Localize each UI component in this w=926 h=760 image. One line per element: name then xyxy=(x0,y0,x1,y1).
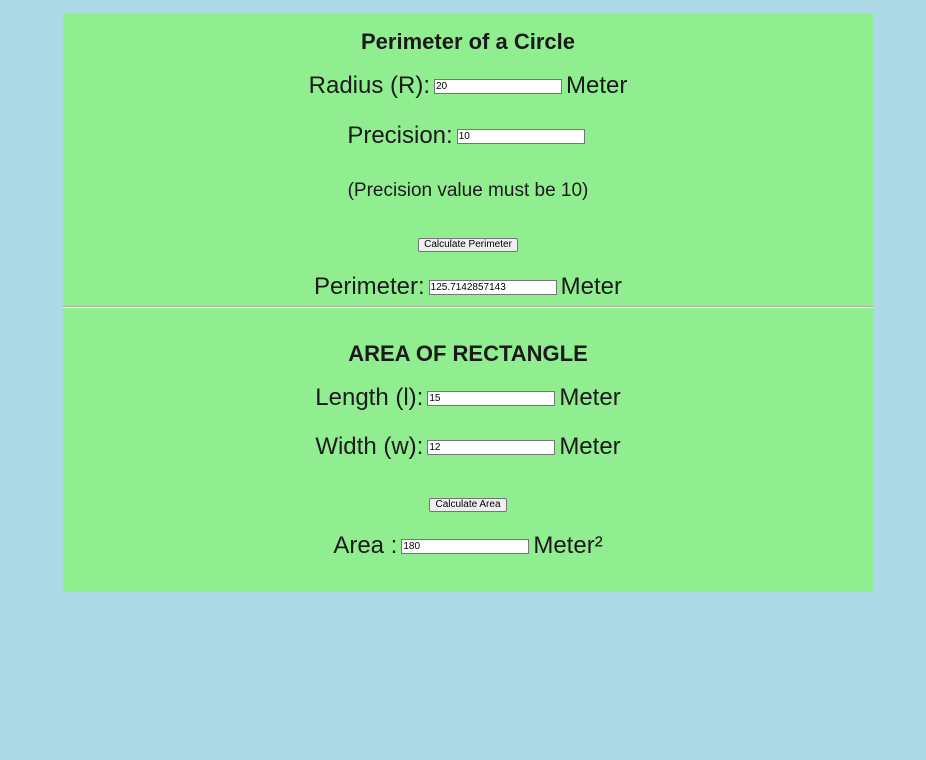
circle-title: Perimeter of a Circle xyxy=(361,29,575,54)
area-row: Area :180 Meter² xyxy=(63,532,873,560)
area-button-row: Calculate Area xyxy=(63,494,873,512)
radius-label: Radius (R): xyxy=(308,72,430,99)
perimeter-label: Perimeter: xyxy=(313,273,425,300)
length-row: Length (l): 15 Meter xyxy=(63,384,873,412)
width-label: Width (w): xyxy=(315,433,424,460)
width-input[interactable]: 12 xyxy=(427,440,556,455)
radius-input[interactable]: 20 xyxy=(434,79,562,94)
radius-row: Radius (R): 20 Meter xyxy=(63,72,873,100)
length-input[interactable]: 15 xyxy=(427,391,556,406)
calculate-area-button[interactable]: Calculate Area xyxy=(429,498,507,512)
rectangle-title: AREA OF RECTANGLE xyxy=(348,341,588,366)
perimeter-row: Perimeter: 125.7142857143 Meter xyxy=(63,273,873,301)
perimeter-output[interactable]: 125.7142857143 xyxy=(428,280,557,295)
length-unit: Meter xyxy=(559,384,621,411)
area-output[interactable]: 180 xyxy=(401,539,530,554)
width-unit: Meter xyxy=(559,433,621,460)
area-label: Area : xyxy=(333,532,398,559)
precision-input[interactable]: 10 xyxy=(456,129,585,144)
radius-unit: Meter xyxy=(566,72,628,99)
length-label: Length (l): xyxy=(315,384,424,411)
precision-note: (Precision value must be 10) xyxy=(347,180,589,201)
area-unit: Meter² xyxy=(533,532,603,559)
section-divider xyxy=(63,306,873,308)
perimeter-button-row: Calculate Perimeter xyxy=(63,234,873,252)
precision-label: Precision: xyxy=(347,122,453,149)
width-row: Width (w): 12 Meter xyxy=(63,433,873,461)
precision-row: Precision: 10 xyxy=(63,122,873,150)
calculator-panel: Perimeter of a Circle Radius (R): 20 Meter… xyxy=(63,13,873,592)
calculate-perimeter-button[interactable]: Calculate Perimeter xyxy=(418,238,518,252)
perimeter-unit: Meter xyxy=(560,273,623,300)
